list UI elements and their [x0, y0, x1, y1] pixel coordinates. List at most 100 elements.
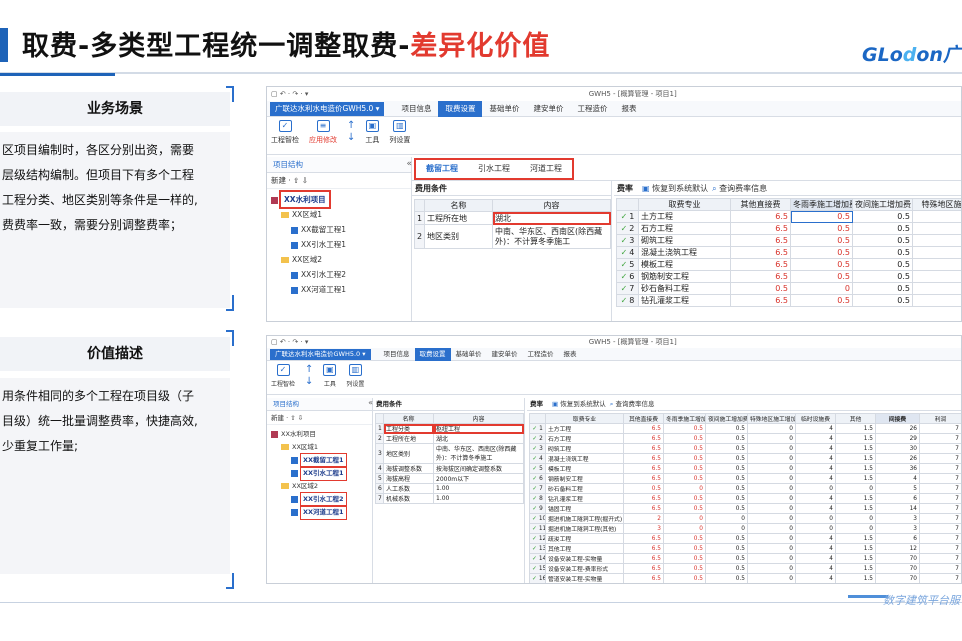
rate-value[interactable]: 0: [747, 503, 796, 514]
rate-value[interactable]: 6.5: [730, 258, 791, 271]
rate-value[interactable]: 0: [705, 523, 748, 534]
rate-value[interactable]: 0.5: [705, 443, 748, 454]
table-row[interactable]: ✓14设备安装工程-实物量6.50.50.5041.5707: [529, 553, 961, 564]
table-row[interactable]: 3 地区类别 中南、华东区、西南区(除西藏外)：不计算冬季施工: [375, 443, 524, 464]
rate-value[interactable]: 4: [795, 563, 836, 574]
cond-value[interactable]: 湖北: [433, 433, 524, 444]
rate-value[interactable]: 4: [795, 533, 836, 544]
rate-value[interactable]: 26: [875, 453, 920, 464]
cond-value-dropdown[interactable]: 湖北: [492, 211, 611, 225]
rate-value[interactable]: 6.5: [623, 463, 664, 474]
rate-value[interactable]: 7: [919, 543, 961, 554]
rate-value[interactable]: 4: [795, 453, 836, 464]
cond-value[interactable]: 枢纽工程: [433, 423, 524, 434]
rate-value[interactable]: 7: [919, 483, 961, 494]
table-row[interactable]: ✓11掘进机施工隧洞工程(其他)30000037: [529, 523, 961, 534]
rate-value-empty[interactable]: [912, 258, 961, 271]
rate-value[interactable]: 1.5: [835, 563, 876, 574]
rate-value[interactable]: 0.5: [663, 493, 706, 504]
rate-value[interactable]: 1.5: [835, 473, 876, 484]
rate-value[interactable]: 0: [747, 573, 796, 583]
rate-value[interactable]: 0: [747, 513, 796, 524]
rate-value[interactable]: 6.5: [623, 443, 664, 454]
rate-value[interactable]: 3: [875, 513, 920, 524]
rate-value[interactable]: 36: [875, 463, 920, 474]
tree-new-button[interactable]: 新建 · ⇧ ⇩: [267, 173, 411, 189]
rate-value[interactable]: 0.5: [790, 222, 853, 235]
rate-value[interactable]: 0.5: [705, 573, 748, 583]
rate-value[interactable]: 0.5: [705, 553, 748, 564]
rate-value[interactable]: 0.5: [705, 533, 748, 544]
table-row[interactable]: 2 工程所在地 湖北: [375, 433, 524, 444]
rate-value[interactable]: 6.5: [623, 453, 664, 464]
tree-item[interactable]: XX引水工程1: [267, 466, 372, 481]
tree-item[interactable]: XX区域2: [267, 480, 372, 493]
rate-value[interactable]: 0: [795, 483, 836, 494]
rate-value[interactable]: 7: [919, 513, 961, 524]
rate-value[interactable]: 0: [663, 513, 706, 524]
table-row[interactable]: ✓10掘进机施工隧洞工程(掘开式)20000037: [529, 513, 961, 524]
rate-value[interactable]: 7: [919, 453, 961, 464]
rate-value[interactable]: 0.5: [705, 543, 748, 554]
rate-value-empty[interactable]: [912, 246, 961, 259]
rate-value[interactable]: 7: [919, 533, 961, 544]
rate-value[interactable]: 0.5: [705, 493, 748, 504]
rate-value[interactable]: 0.5: [790, 270, 853, 283]
rate-value[interactable]: 0: [747, 553, 796, 564]
rate-value[interactable]: 6.5: [623, 543, 664, 554]
rate-value[interactable]: 0.5: [705, 503, 748, 514]
rate-value[interactable]: 0.5: [663, 573, 706, 583]
rate-value[interactable]: 6: [875, 533, 920, 544]
rate-value[interactable]: 7: [919, 443, 961, 454]
table-row[interactable]: 7 机械系数 1.00: [375, 493, 524, 504]
menu-report[interactable]: 报表: [614, 101, 643, 117]
rate-value[interactable]: 6.5: [623, 503, 664, 514]
menu-report[interactable]: 报表: [559, 348, 582, 361]
rate-value-empty[interactable]: [912, 210, 961, 223]
table-row[interactable]: ✓12疏浚工程6.50.50.5041.567: [529, 533, 961, 544]
menu-project-cost[interactable]: 工程造价: [523, 348, 559, 361]
cond-value[interactable]: 中南、华东区、西南区(除西藏外)：不计算冬季施工: [433, 443, 524, 464]
rate-value[interactable]: 0.5: [663, 553, 706, 564]
cond-value[interactable]: 1.00: [433, 483, 524, 494]
rate-value[interactable]: 0.5: [790, 210, 853, 223]
table-row[interactable]: ✓ 2 石方工程 6.5 0.5 0.5 0 4 1.5 29 7: [529, 433, 961, 444]
rate-value[interactable]: 4: [795, 543, 836, 554]
rate-value[interactable]: 0: [747, 483, 796, 494]
table-row[interactable]: ✓ 4 混凝土浇筑工程 6.5 0.5 0.5 0 4 1.5 26 7: [529, 453, 961, 464]
menu-project-cost[interactable]: 工程造价: [570, 101, 614, 117]
rate-value[interactable]: 6.5: [623, 473, 664, 484]
table-row[interactable]: ✓ 3 砌筑工程 6.5 0.5 0.5 0 4 1.5 30 7: [529, 443, 961, 454]
rate-value[interactable]: 0: [747, 543, 796, 554]
rate-value[interactable]: 4: [795, 423, 836, 434]
rate-value[interactable]: 0.5: [663, 503, 706, 514]
table-row[interactable]: ✓ 7 砂石备料工程 0.5 0 0.5: [616, 282, 961, 295]
table-row[interactable]: 6 人工系数 1.00: [375, 483, 524, 494]
rate-value[interactable]: 6.5: [730, 294, 791, 307]
rate-value[interactable]: 1.5: [835, 453, 876, 464]
rate-value[interactable]: 0: [747, 493, 796, 504]
table-row[interactable]: 5 海拔高程 2000m以下: [375, 473, 524, 484]
menu-base-price[interactable]: 基础单价: [451, 348, 487, 361]
rate-value[interactable]: 6.5: [730, 246, 791, 259]
move-buttons[interactable]: ↑ ↓: [347, 120, 355, 144]
rate-value[interactable]: 0.5: [852, 294, 913, 307]
rate-value[interactable]: 4: [795, 473, 836, 484]
product-dropdown[interactable]: 广联达水利水电造价GWH5.0 ▾: [270, 101, 385, 116]
table-row[interactable]: ✓13其他工程6.50.50.5041.5127: [529, 543, 961, 554]
table-row[interactable]: 4 海拔调整系数 按海拔区间确定调整系数: [375, 463, 524, 474]
project-check-button[interactable]: ✓ 工程智检: [271, 364, 295, 388]
rate-value[interactable]: 0.5: [852, 270, 913, 283]
quick-access-toolbar[interactable]: ▢ ↶ · ↷ · ▾: [271, 90, 308, 98]
table-row[interactable]: ✓ 2 石方工程 6.5 0.5 0.5: [616, 222, 961, 235]
rate-value[interactable]: 0: [663, 483, 706, 494]
table-row[interactable]: ✓ 6 钢筋制安工程 6.5 0.5 0.5: [616, 270, 961, 283]
table-row[interactable]: ✓ 7 砂石备料工程 0.5 0 0.5 0 0 0 5 7: [529, 483, 961, 494]
rate-value[interactable]: 0.5: [663, 563, 706, 574]
rate-value[interactable]: 0.5: [790, 234, 853, 247]
rate-value[interactable]: 0: [747, 433, 796, 444]
rate-value[interactable]: 0: [835, 513, 876, 524]
rate-value[interactable]: 7: [919, 503, 961, 514]
rate-value[interactable]: 0: [747, 463, 796, 474]
rate-value[interactable]: 7: [919, 473, 961, 484]
